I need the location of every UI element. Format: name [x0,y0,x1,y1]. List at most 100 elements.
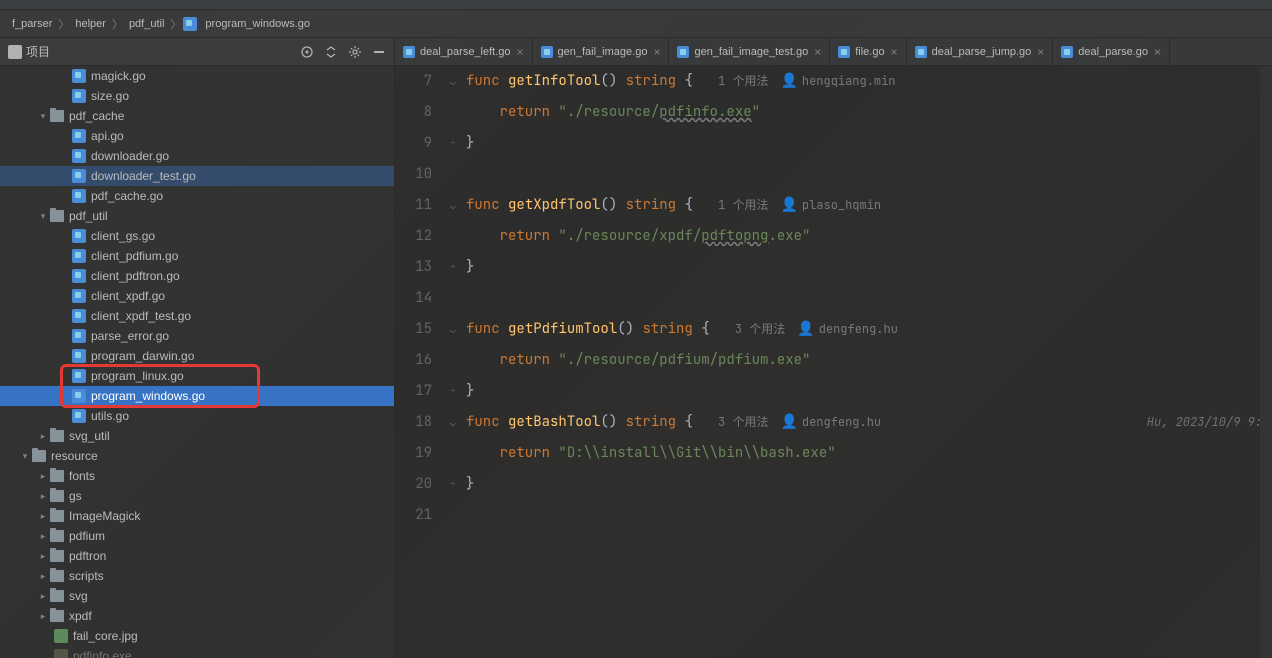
tab-label: gen_fail_image_test.go [694,46,808,58]
tree-folder[interactable]: ▾pdf_cache [0,106,394,126]
file-label: client_pdfium.go [91,249,178,263]
tree-folder[interactable]: ▸xpdf [0,606,394,626]
go-file-icon [72,129,86,143]
go-file-icon [72,369,86,383]
file-label: fail_core.jpg [73,629,138,643]
tree-file[interactable]: client_xpdf.go [0,286,394,306]
go-file-icon [838,46,850,58]
line-gutter: 789101112131415161718192021 [395,66,450,658]
go-file-icon [72,89,86,103]
folder-icon [50,570,64,582]
folder-label: svg [69,589,88,603]
folder-icon [50,430,64,442]
tree-file[interactable]: downloader_test.go [0,166,394,186]
fold-column[interactable]: ⌄ ⌃ ⌄ ⌃ ⌄ ⌃ ⌄ ⌃ [450,66,466,658]
chevron-right-icon: 〉 [110,16,125,32]
tree-file[interactable]: utils.go [0,406,394,426]
tree-folder[interactable]: ▸pdfium [0,526,394,546]
close-icon[interactable]: × [1154,45,1161,59]
tree-file[interactable]: program_darwin.go [0,346,394,366]
tree-file[interactable]: parse_error.go [0,326,394,346]
file-label: downloader_test.go [91,169,196,183]
tree-folder[interactable]: ▸svg [0,586,394,606]
user-icon: 👤 [780,72,797,90]
folder-label: pdfium [69,529,105,543]
tree-file[interactable]: api.go [0,126,394,146]
close-icon[interactable]: × [517,45,524,59]
go-file-icon [72,389,86,403]
expand-icon[interactable] [324,45,338,59]
sidebar-header: 项目 [0,38,394,66]
go-file-icon [72,249,86,263]
tab[interactable]: file.go× [830,38,906,65]
tree-folder[interactable]: ▾resource [0,446,394,466]
go-file-icon [72,329,86,343]
user-icon: 👤 [797,320,814,338]
go-file-icon [72,229,86,243]
tab[interactable]: deal_parse_left.go × [395,38,533,65]
chevron-down-icon: ▾ [38,211,48,222]
folder-label: scripts [69,569,104,583]
tree-folder[interactable]: ▸gs [0,486,394,506]
tree-file[interactable]: downloader.go [0,146,394,166]
folder-label: pdftron [69,549,106,563]
tree-file[interactable]: pdfinfo.exe [0,646,394,658]
tree-folder[interactable]: ▸ fonts [0,466,394,486]
folder-icon [50,110,64,122]
tree-folder[interactable]: ▸scripts [0,566,394,586]
close-icon[interactable]: × [1037,45,1044,59]
tree-file[interactable]: pdf_cache.go [0,186,394,206]
chevron-down-icon: ▾ [38,111,48,122]
editor-scrollbar[interactable] [1260,66,1272,658]
folder-icon [50,550,64,562]
code-editor[interactable]: 789101112131415161718192021 ⌄ ⌃ ⌄ ⌃ ⌄ ⌃ … [395,66,1272,658]
tree-folder[interactable]: ▾pdf_util [0,206,394,226]
user-icon: 👤 [780,196,797,214]
project-sidebar: 项目 magick.go size.go ▾pdf_cache api.go d… [0,38,395,658]
close-icon[interactable]: × [891,45,898,59]
tree-file[interactable]: client_pdftron.go [0,266,394,286]
code-content[interactable]: func getInfoTool() string { 1 个用法👤hengqi… [466,66,1272,658]
project-tree[interactable]: magick.go size.go ▾pdf_cache api.go down… [0,66,394,658]
tab-label: deal_parse_left.go [420,46,511,58]
tree-file[interactable]: size.go [0,86,394,106]
tree-file[interactable]: program_linux.go [0,366,394,386]
file-label: client_xpdf.go [91,289,165,303]
tree-folder[interactable]: ▸ ImageMagick [0,506,394,526]
chevron-right-icon: ▸ [38,551,48,562]
locate-icon[interactable] [300,45,314,59]
go-file-icon [915,46,927,58]
tree-folder[interactable]: ▸svg_util [0,426,394,446]
breadcrumb-pdfutil[interactable]: pdf_util [125,18,168,30]
tree-file-selected[interactable]: program_windows.go [0,386,394,406]
tab[interactable]: gen_fail_image.go× [533,38,670,65]
breadcrumb-root[interactable]: f_parser [8,18,56,30]
close-icon[interactable]: × [653,45,660,59]
close-icon[interactable]: × [814,45,821,59]
tree-file[interactable]: client_xpdf_test.go [0,306,394,326]
file-label: pdfinfo.exe [73,649,132,658]
tree-folder[interactable]: ▸ pdftron [0,546,394,566]
tree-file[interactable]: client_gs.go [0,226,394,246]
folder-label: ImageMagick [69,509,140,523]
tree-file[interactable]: client_pdfium.go [0,246,394,266]
breadcrumb-helper[interactable]: helper [71,18,110,30]
go-file-icon [541,46,553,58]
file-label: utils.go [91,409,129,423]
tree-file[interactable]: magick.go [0,66,394,86]
folder-icon [50,530,64,542]
tree-file[interactable]: fail_core.jpg [0,626,394,646]
file-label: api.go [91,129,124,143]
hide-icon[interactable] [372,45,386,59]
tab[interactable]: deal_parse_jump.go× [907,38,1054,65]
tab[interactable]: deal_parse.go× [1053,38,1170,65]
go-file-icon [72,349,86,363]
file-label: program_windows.go [91,389,205,403]
file-label: parse_error.go [91,329,169,343]
gear-icon[interactable] [348,45,362,59]
breadcrumb-file[interactable]: program_windows.go [201,18,314,30]
tab[interactable]: gen_fail_image_test.go × [669,38,830,65]
chevron-right-icon: ▸ [38,511,48,522]
folder-label: fonts [69,469,95,483]
chevron-right-icon: ▸ [38,471,48,482]
